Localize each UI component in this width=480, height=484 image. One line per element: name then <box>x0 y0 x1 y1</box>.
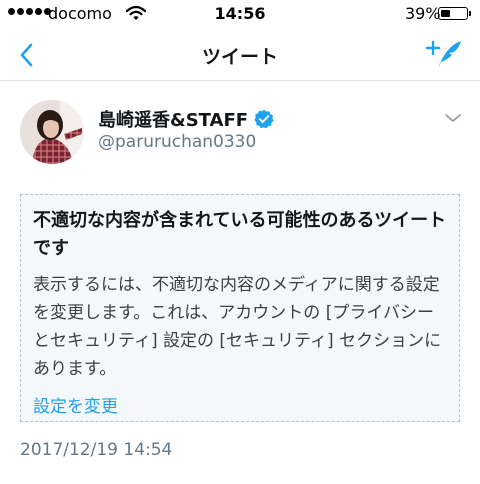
status-bar: docomo 14:56 39% <box>0 0 480 30</box>
navigation-bar: ツイート <box>0 30 480 81</box>
author-row: 島崎遥香&STAFF <box>98 106 274 132</box>
page-title: ツイート <box>201 46 278 68</box>
change-settings-link[interactable]: 設定を変更 <box>33 393 118 421</box>
battery-icon <box>438 7 468 20</box>
chevron-down-icon[interactable] <box>444 112 462 124</box>
notice-title: 不適切な内容が含まれている可能性のあるツイートです <box>33 210 447 259</box>
battery-tip <box>469 11 471 16</box>
battery-percent: 39% <box>405 4 441 23</box>
author-name[interactable]: 島崎遥香&STAFF <box>98 106 248 132</box>
sensitive-media-notice: 不適切な内容が含まれている可能性のあるツイートです 表示するには、不適切な内容の… <box>20 194 460 422</box>
author-handle[interactable]: @paruruchan0330 <box>98 132 256 152</box>
notice-body: 表示するには、不適切な内容のメディアに関する設定を変更します。これは、アカウント… <box>33 275 442 379</box>
avatar[interactable] <box>20 100 84 164</box>
tweet-timestamp: 2017/12/19 14:54 <box>20 440 173 460</box>
verified-badge-icon <box>254 109 274 129</box>
compose-tweet-icon[interactable] <box>426 38 462 72</box>
